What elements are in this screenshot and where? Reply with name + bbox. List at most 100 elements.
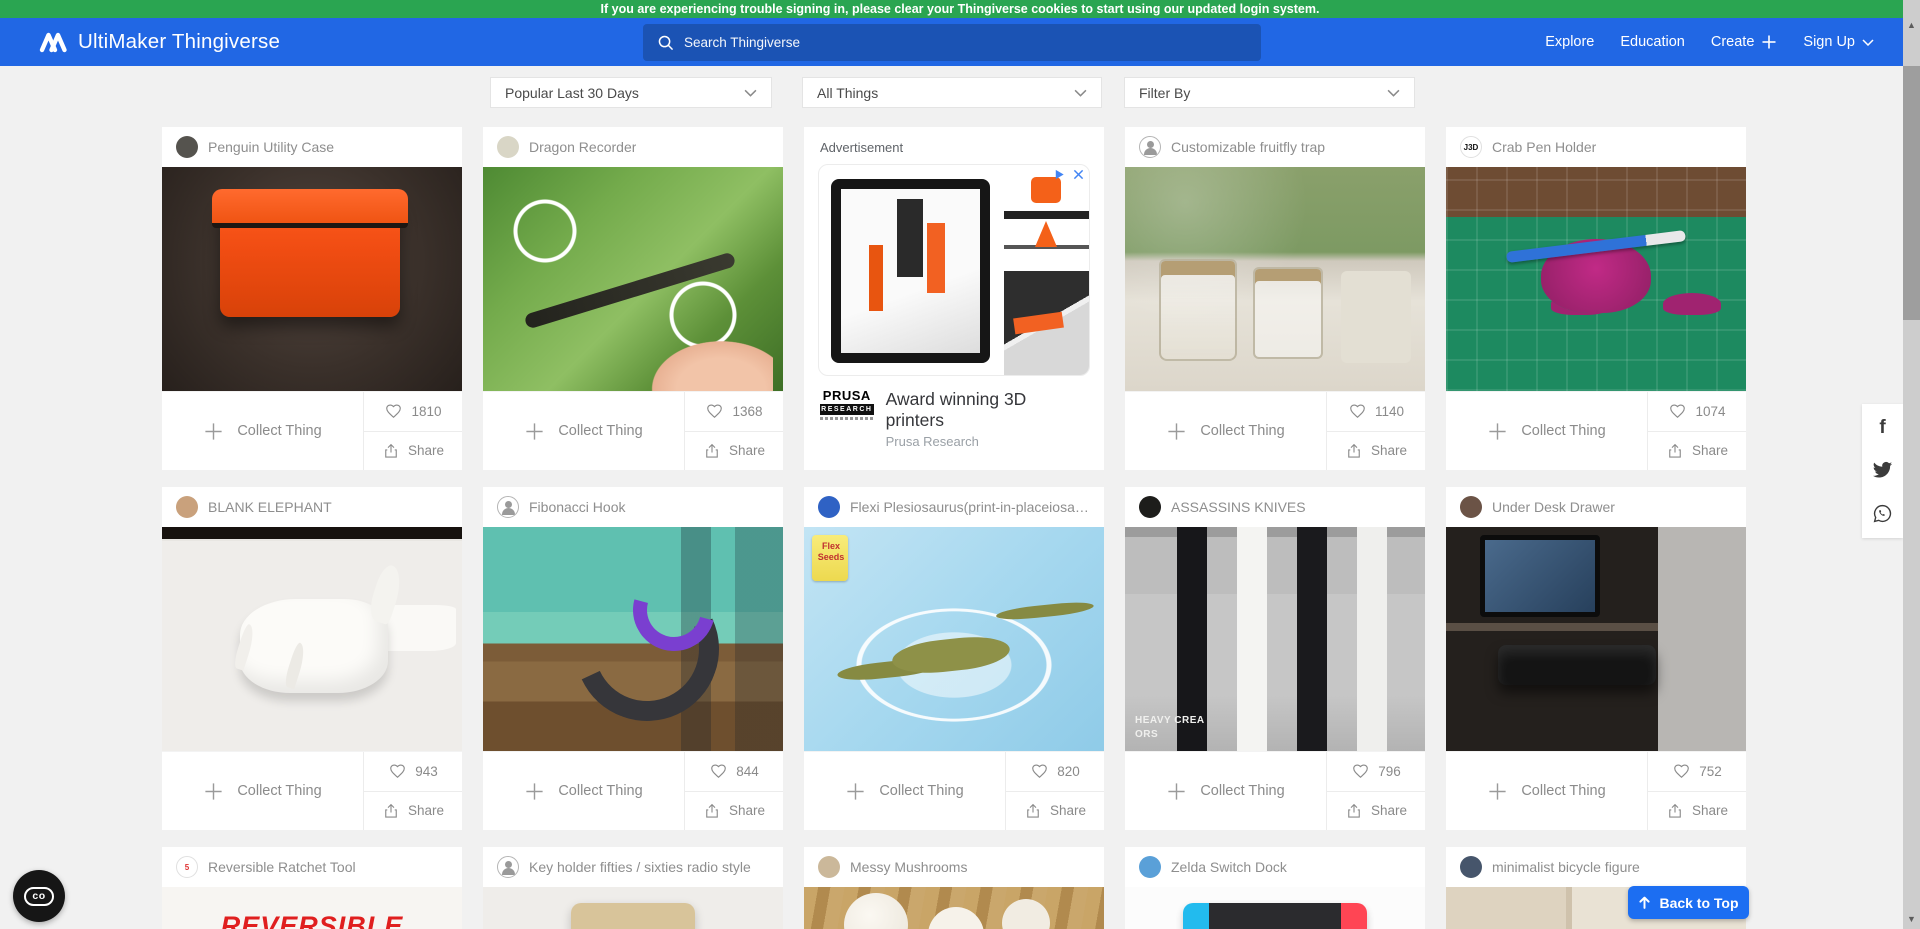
thing-title[interactable]: Key holder fifties / sixties radio style [529,859,751,875]
thing-thumbnail[interactable] [483,527,783,751]
avatar[interactable] [1460,496,1482,518]
thing-thumbnail[interactable] [483,887,783,929]
scrollbar[interactable]: ▲ ▼ [1903,0,1920,929]
ad-headline[interactable]: Award winning 3D printers [886,389,1088,431]
thing-thumbnail[interactable] [1125,167,1425,391]
thing-title[interactable]: Dragon Recorder [529,139,636,155]
thing-thumbnail[interactable] [162,167,462,391]
thing-title[interactable]: Crab Pen Holder [1492,139,1596,155]
thing-thumbnail[interactable] [1446,527,1746,751]
collect-thing-button[interactable]: Collect Thing [1446,392,1648,470]
avatar[interactable] [1139,496,1161,518]
thing-title[interactable]: ASSASSINS KNIVES [1171,499,1306,515]
avatar[interactable] [818,496,840,518]
ad-advertiser[interactable]: Prusa Research [886,434,1088,449]
thing-thumbnail[interactable] [483,167,783,391]
thing-title[interactable]: Flexi Plesiosaurus(print-in-placeiosauru… [850,499,1090,515]
scrollbar-thumb[interactable] [1903,66,1920,320]
share-button[interactable]: Share [1327,432,1425,471]
like-button[interactable]: 1140 [1327,392,1425,432]
thing-title[interactable]: Reversible Ratchet Tool [208,859,356,875]
scroll-up-arrow[interactable]: ▲ [1903,20,1920,30]
thing-title[interactable]: minimalist bicycle figure [1492,859,1640,875]
whatsapp-icon[interactable] [1872,503,1893,524]
share-button[interactable]: Share [685,432,783,471]
search-input[interactable] [684,35,1247,50]
thing-title[interactable]: Under Desk Drawer [1492,499,1615,515]
avatar[interactable] [176,496,198,518]
share-button[interactable]: Share [685,792,783,831]
thing-thumbnail[interactable]: HEAVY CREA ORS [1125,527,1425,751]
share-button[interactable]: Share [1648,432,1746,471]
avatar[interactable] [497,856,519,878]
thing-card-header: BLANK ELEPHANT [162,487,462,527]
share-button[interactable]: Share [1006,792,1104,831]
collect-thing-button[interactable]: Collect Thing [162,752,364,830]
like-button[interactable]: 1074 [1648,392,1746,432]
like-button[interactable]: 844 [685,752,783,792]
nav-explore[interactable]: Explore [1545,34,1594,50]
nav-education[interactable]: Education [1620,34,1685,50]
scroll-down-arrow[interactable]: ▼ [1903,914,1920,924]
thing-title[interactable]: Penguin Utility Case [208,139,334,155]
plus-icon [1487,421,1508,442]
avatar[interactable] [1460,856,1482,878]
adchoices-icon[interactable] [1053,168,1066,181]
avatar[interactable]: 5 [176,856,198,878]
brand-logo[interactable]: UltiMaker Thingiverse [38,30,280,54]
search-bar[interactable] [643,24,1261,61]
like-button[interactable]: 752 [1648,752,1746,792]
collect-thing-button[interactable]: Collect Thing [804,752,1006,830]
prusa-research-logo[interactable]: PRUSA RESEARCH [820,389,874,420]
thing-title[interactable]: Fibonacci Hook [529,499,626,515]
collect-thing-button[interactable]: Collect Thing [483,392,685,470]
avatar[interactable] [1139,136,1161,158]
thing-thumbnail[interactable] [162,527,462,751]
collect-thing-button[interactable]: Collect Thing [483,752,685,830]
thing-title[interactable]: Zelda Switch Dock [1171,859,1287,875]
nav-signup[interactable]: Sign Up [1803,34,1874,50]
card-actions: 796 Share [1327,752,1425,830]
like-button[interactable]: 796 [1327,752,1425,792]
card-actions: 1140 Share [1327,392,1425,470]
collect-thing-button[interactable]: Collect Thing [162,392,364,470]
thing-thumbnail[interactable]: REVERSIBLE [162,887,462,929]
share-button[interactable]: Share [364,792,462,831]
thing-title[interactable]: Customizable fruitfly trap [1171,139,1325,155]
share-button[interactable]: Share [1327,792,1425,831]
nav-create[interactable]: Create [1711,34,1778,50]
ad-close-icon[interactable] [1073,169,1084,180]
facebook-icon[interactable]: f [1879,418,1885,437]
like-button[interactable]: 1368 [685,392,783,432]
twitter-icon[interactable] [1872,461,1893,479]
thing-thumbnail[interactable] [1125,887,1425,929]
sort-dropdown[interactable]: Popular Last 30 Days [490,77,772,108]
share-button[interactable]: Share [364,432,462,471]
like-button[interactable]: 820 [1006,752,1104,792]
thing-title[interactable]: Messy Mushrooms [850,859,967,875]
thing-thumbnail[interactable]: Flex Seeds [804,527,1104,751]
thing-card-header: Messy Mushrooms [804,847,1104,887]
share-button[interactable]: Share [1648,792,1746,831]
chevron-down-icon [1862,39,1874,46]
back-to-top-button[interactable]: Back to Top [1628,886,1749,919]
cookie-widget-button[interactable]: co [13,870,65,922]
ad-unit[interactable] [818,164,1090,376]
collect-thing-button[interactable]: Collect Thing [1125,392,1327,470]
collect-thing-button[interactable]: Collect Thing [1446,752,1648,830]
avatar[interactable]: J3D [1460,136,1482,158]
avatar[interactable] [497,496,519,518]
category-dropdown[interactable]: All Things [802,77,1102,108]
like-button[interactable]: 943 [364,752,462,792]
thing-title[interactable]: BLANK ELEPHANT [208,499,332,515]
filter-by-dropdown[interactable]: Filter By [1124,77,1415,108]
like-button[interactable]: 1810 [364,392,462,432]
avatar[interactable] [1139,856,1161,878]
thing-card: Under Desk Drawer Collect Thing 752 [1446,487,1746,830]
thing-thumbnail[interactable] [1446,167,1746,391]
thing-thumbnail[interactable] [804,887,1104,929]
avatar[interactable] [818,856,840,878]
avatar[interactable] [497,136,519,158]
collect-thing-button[interactable]: Collect Thing [1125,752,1327,830]
avatar[interactable] [176,136,198,158]
